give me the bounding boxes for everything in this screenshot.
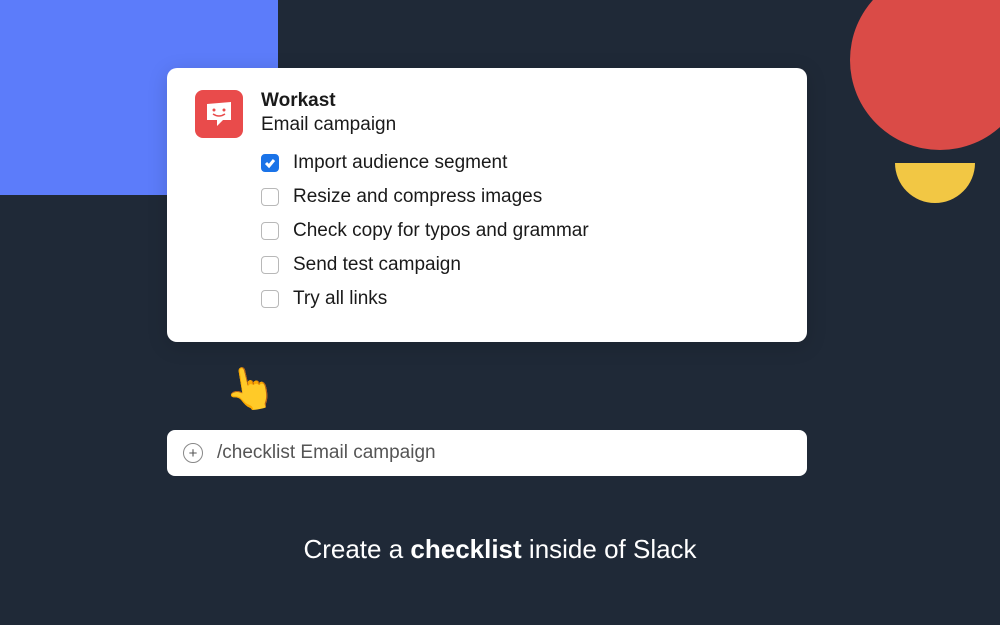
caption-suffix: inside of Slack bbox=[522, 534, 697, 564]
plus-icon[interactable]: + bbox=[183, 443, 203, 463]
promo-caption: Create a checklist inside of Slack bbox=[0, 534, 1000, 565]
app-name: Workast bbox=[261, 90, 396, 112]
input-command-text: /checklist Email campaign bbox=[217, 442, 436, 464]
checklist-title: Email campaign bbox=[261, 114, 396, 136]
decorative-yellow-half-circle bbox=[895, 163, 975, 203]
checkbox[interactable] bbox=[261, 154, 279, 172]
checkbox[interactable] bbox=[261, 188, 279, 206]
caption-bold: checklist bbox=[410, 534, 521, 564]
checkbox[interactable] bbox=[261, 290, 279, 308]
checklist-item: Try all links bbox=[261, 288, 779, 310]
item-label: Check copy for typos and grammar bbox=[293, 220, 589, 242]
checklist-item: Send test campaign bbox=[261, 254, 779, 276]
decorative-red-circle bbox=[850, 0, 1000, 150]
pointer-cursor-icon: 👆 bbox=[220, 361, 280, 418]
checklist-item: Check copy for typos and grammar bbox=[261, 220, 779, 242]
item-label: Try all links bbox=[293, 288, 387, 310]
workast-app-icon bbox=[195, 90, 243, 138]
item-label: Import audience segment bbox=[293, 152, 507, 174]
card-header: Workast Email campaign bbox=[195, 90, 779, 138]
checkbox[interactable] bbox=[261, 222, 279, 240]
checkbox[interactable] bbox=[261, 256, 279, 274]
slack-message-input[interactable]: + /checklist Email campaign bbox=[167, 430, 807, 476]
checklist-item: Import audience segment bbox=[261, 152, 779, 174]
checklist-card: Workast Email campaign Import audience s… bbox=[167, 68, 807, 342]
caption-prefix: Create a bbox=[303, 534, 410, 564]
item-label: Resize and compress images bbox=[293, 186, 542, 208]
checklist-items: Import audience segment Resize and compr… bbox=[261, 152, 779, 310]
item-label: Send test campaign bbox=[293, 254, 461, 276]
checklist-item: Resize and compress images bbox=[261, 186, 779, 208]
